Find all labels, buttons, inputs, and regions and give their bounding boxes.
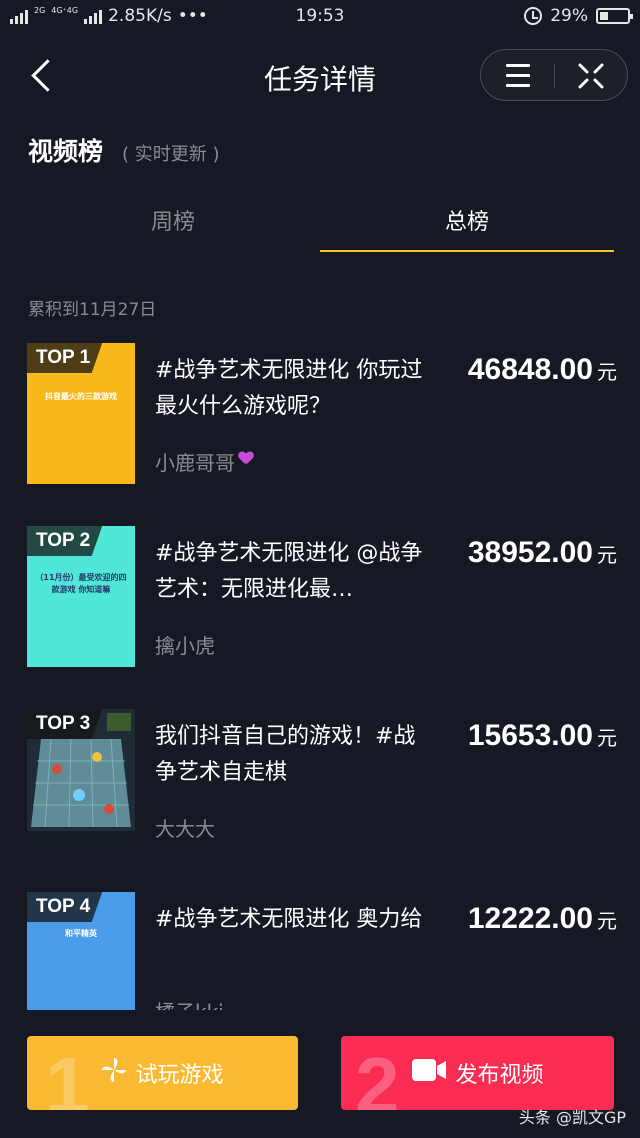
tab-weekly[interactable]: 周榜: [26, 204, 320, 252]
video-title: #战争艺术无限进化 你玩过最火什么游戏呢？: [155, 358, 423, 419]
try-game-label: 试玩游戏: [135, 1063, 224, 1088]
step-number: 1: [45, 1041, 90, 1111]
board-title: 视频榜: [28, 137, 104, 166]
list-item[interactable]: TOP 4 和平精英 #战争艺术无限进化 奥力给 橘子kki 12222.00元: [27, 892, 617, 1010]
author-name: 小鹿哥哥: [155, 447, 253, 476]
video-title: 我们抖音自己的游戏！#战争艺术自走棋: [155, 724, 416, 785]
battery-icon: [596, 8, 633, 24]
board-subtitle: ( 实时更新 ): [122, 144, 220, 165]
thumbnail-caption: 抖音最火的三款游戏: [45, 392, 117, 401]
publish-video-button[interactable]: 2 发布视频: [341, 1036, 614, 1110]
author-name: 擒小虎: [155, 634, 215, 658]
list-item[interactable]: TOP 2 （11月份）最受欢迎的四款游戏 你知道嘛 #战争艺术无限进化 @战争…: [27, 526, 617, 671]
rank-badge: TOP 2: [27, 526, 103, 556]
video-thumbnail[interactable]: TOP 2 （11月份）最受欢迎的四款游戏 你知道嘛: [27, 526, 135, 667]
video-thumbnail[interactable]: TOP 3: [27, 709, 135, 850]
status-bar: 2G 4G⁺4G 2.85K/s ••• 19:53 29%: [0, 0, 640, 36]
amount-value: 46848.00: [467, 353, 593, 386]
heart-icon: [239, 452, 253, 466]
amount-unit: 元: [597, 909, 617, 933]
step-number: 2: [355, 1041, 400, 1111]
battery-fill: [600, 12, 608, 20]
reward-amount: 46848.00 元: [468, 353, 617, 387]
author-name: 橘子kki: [155, 996, 224, 1010]
nav-bar: 任务详情: [0, 44, 640, 106]
amount-value: 15653.00: [467, 719, 593, 752]
list-item[interactable]: TOP 3 我们抖音自己的游戏！#战争艺术自走棋 大大大 15653.00 元: [27, 709, 617, 854]
thumbnail-caption: （11月份）最受欢迎的四款游戏 你知道嘛: [35, 573, 127, 594]
mini-program-capsule: [480, 49, 628, 101]
reward-amount: 12222.00 元: [468, 902, 617, 936]
list-item[interactable]: TOP 1 抖音最火的三款游戏 #战争艺术无限进化 你玩过最火什么游戏呢？ 小鹿…: [27, 343, 617, 488]
amount-unit: 元: [597, 726, 617, 750]
rank-badge: TOP 4: [27, 892, 103, 922]
thumbnail-caption: 和平精英: [65, 929, 97, 938]
publish-video-label: 发布视频: [455, 1063, 544, 1088]
watermark: 头条 @凯文GP: [518, 1108, 626, 1127]
video-title: #战争艺术无限进化 奥力给: [155, 907, 423, 932]
menu-icon[interactable]: [503, 64, 535, 88]
try-game-button[interactable]: 1 试玩游戏: [27, 1036, 298, 1110]
rank-badge: TOP 1: [27, 343, 103, 373]
battery-percent: 29%: [550, 6, 588, 26]
video-title: #战争艺术无限进化 @战争艺术：无限进化最…: [155, 541, 423, 602]
video-thumbnail[interactable]: TOP 4 和平精英: [27, 892, 135, 1010]
rank-badge: TOP 3: [27, 709, 103, 739]
camera-icon: [411, 1057, 447, 1089]
author-label: 小鹿哥哥: [155, 451, 235, 475]
close-icon[interactable]: [575, 62, 607, 90]
amount-value: 38952.00: [467, 536, 593, 569]
amount-value: 12222.00: [467, 902, 593, 935]
amount-unit: 元: [597, 543, 617, 567]
pinwheel-icon: [101, 1057, 127, 1089]
amount-unit: 元: [597, 360, 617, 384]
tab-total[interactable]: 总榜: [320, 204, 614, 252]
author-name: 大大大: [155, 817, 215, 841]
reward-amount: 38952.00 元: [468, 536, 617, 570]
reward-amount: 15653.00 元: [468, 719, 617, 753]
video-thumbnail[interactable]: TOP 1 抖音最火的三款游戏: [27, 343, 135, 484]
alarm-icon: [524, 7, 543, 25]
capsule-divider: [554, 64, 555, 88]
cumulative-date: 累积到11月27日: [28, 300, 157, 320]
